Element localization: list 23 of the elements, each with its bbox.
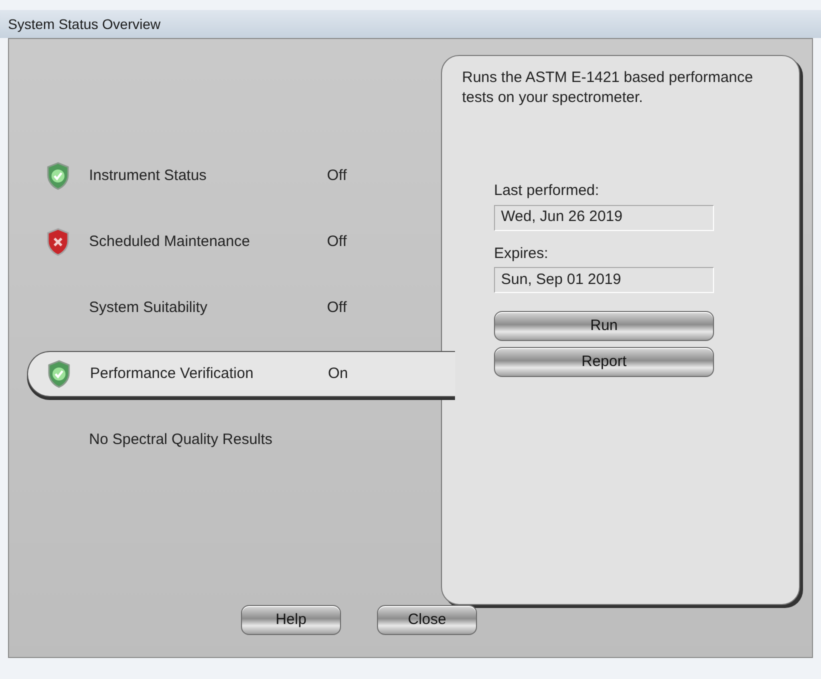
status-value: On (328, 364, 348, 384)
field-label: Last performed: (494, 181, 600, 201)
panel-button[interactable]: Report (494, 347, 714, 377)
field-label: Expires: (494, 244, 550, 264)
date-field: Sun, Sep 01 2019 (494, 267, 714, 293)
status-value: Off (327, 232, 347, 252)
status-message: No Spectral Quality Results (89, 430, 272, 450)
dialog-button[interactable]: Help (241, 605, 341, 635)
status-row[interactable]: Instrument Status Off (27, 153, 441, 199)
window-title: System Status Overview (8, 14, 160, 34)
status-row[interactable]: Scheduled Maintenance Off (27, 219, 441, 265)
description-text: Runs the ASTM E-1421 based performance tests on your spectrometer. (462, 68, 754, 108)
dialog-button[interactable]: Close (377, 605, 477, 635)
status-label: Instrument Status (89, 166, 208, 186)
status-label: Scheduled Maintenance (89, 232, 251, 252)
status-row[interactable]: System Suitability Off (27, 285, 441, 331)
status-label: Performance Verification (90, 364, 254, 384)
status-value: Off (327, 298, 347, 318)
status-row[interactable]: Performance Verification On (27, 351, 455, 397)
date-field: Wed, Jun 26 2019 (494, 204, 714, 230)
status-value: Off (327, 166, 347, 186)
panel-button[interactable]: Run (494, 311, 714, 341)
status-label: System Suitability (89, 298, 208, 318)
